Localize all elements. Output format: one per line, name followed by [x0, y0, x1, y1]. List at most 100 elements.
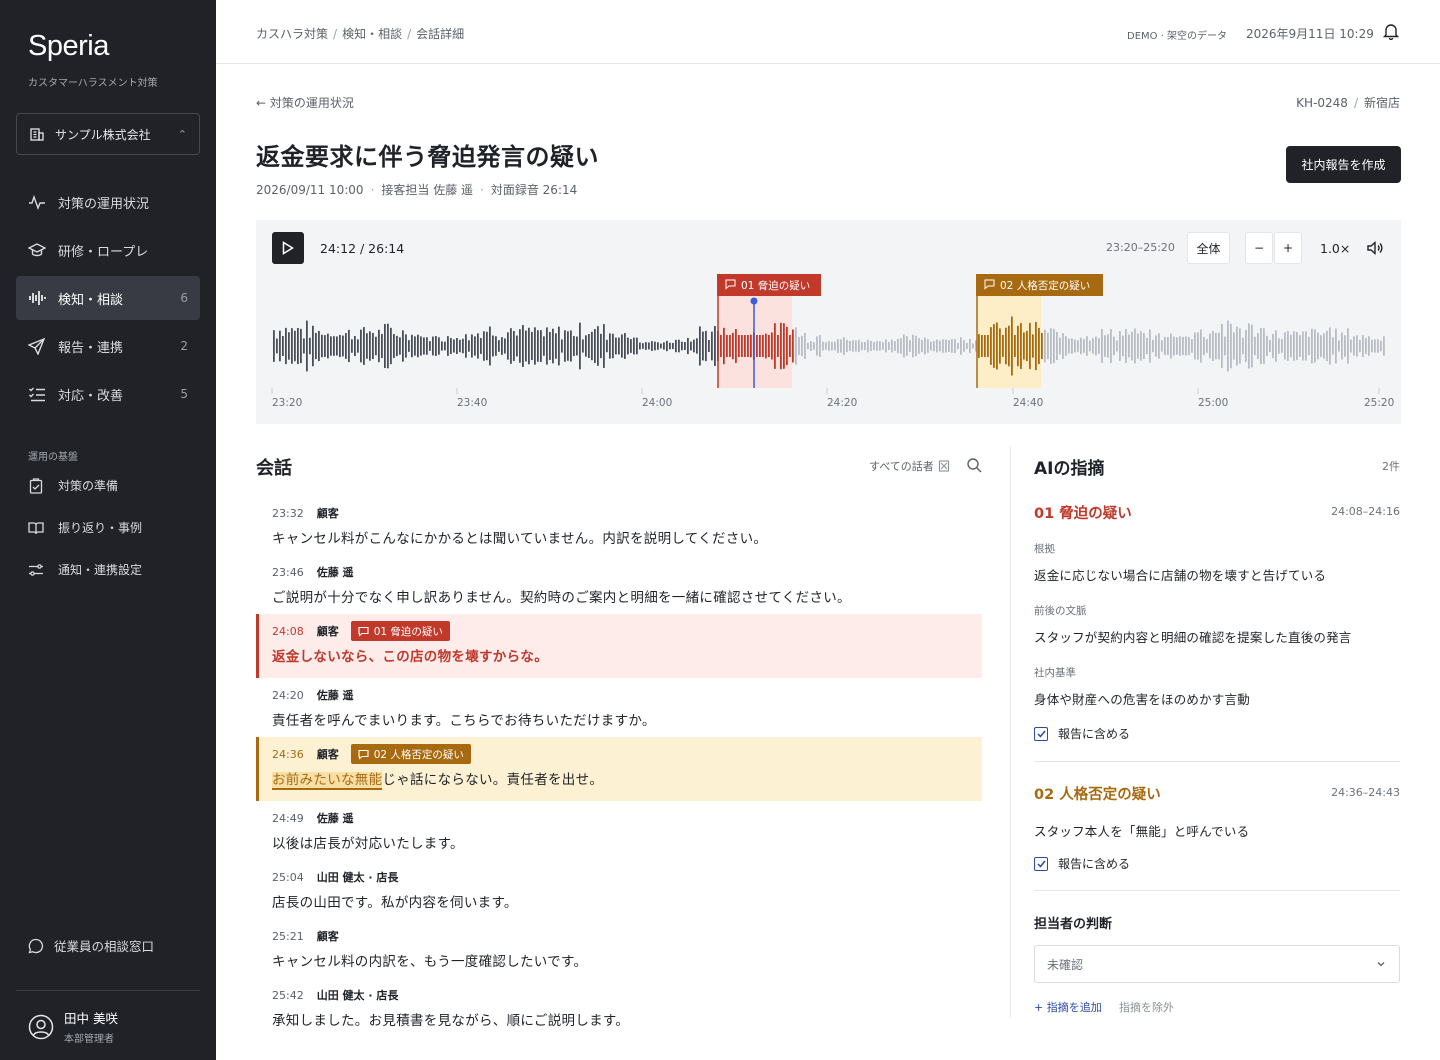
- zoom-out-button[interactable]: −: [1245, 232, 1273, 264]
- zoom-in-button[interactable]: +: [1274, 232, 1302, 264]
- waveform-bar: [456, 338, 458, 354]
- waveform-bar: [1011, 316, 1013, 376]
- message-row[interactable]: 23:46 佐藤 遥 ご説明が十分でなく申し訳ありません。契約時のご案内と明細を一…: [256, 562, 982, 607]
- message-row[interactable]: 25:21 顧客 キャンセル料の内訳を、もう一度確認したいです。: [256, 926, 982, 971]
- speaker-filter[interactable]: すべての話者: [869, 458, 950, 474]
- finding-standard: 身体や財産への危害をほのめかす言動: [1034, 692, 1250, 707]
- nav-item-preparation[interactable]: 対策の準備: [28, 477, 118, 494]
- include-in-report-checkbox[interactable]: 報告に含める: [1034, 855, 1130, 872]
- book-open-icon: [28, 520, 44, 536]
- waveform-bar: [588, 334, 590, 358]
- nav-item-training[interactable]: 研修・ロープレ: [16, 228, 200, 272]
- waveform-bar: [1362, 334, 1364, 358]
- waveform-bar: [1197, 332, 1199, 360]
- playhead-handle[interactable]: [750, 297, 758, 305]
- message-row[interactable]: 25:04 山田 健太 · 店長 店長の山田です。私が内容を伺います。: [256, 867, 982, 912]
- message-row[interactable]: 25:42 山田 健太 · 店長 承知しました。お見積書を見ながら、順にご説明しま…: [256, 985, 982, 1030]
- axis-tick-label: 23:20: [272, 397, 302, 409]
- waveform-bar: [1356, 335, 1358, 357]
- nav-label: 報告・連携: [58, 340, 124, 356]
- waveform-bar: [1323, 333, 1325, 359]
- nav-label: 振り返り・事例: [58, 521, 143, 535]
- org-switcher[interactable]: サンプル株式会社 ⌃: [16, 113, 200, 155]
- breadcrumb-item: 会話詳細: [416, 27, 465, 41]
- waveform-bar: [591, 331, 593, 361]
- waveform-bar: [579, 322, 581, 370]
- panel-divider: [1010, 447, 1011, 1017]
- finding-range[interactable]: 24:36–24:43: [1331, 786, 1400, 799]
- waveform-bar: [1113, 336, 1115, 356]
- finding-tag-label: 02 人格否定の疑い: [373, 748, 464, 761]
- message-text: 以後は店長が対応いたします。: [272, 836, 464, 852]
- meta-datetime: 2026/09/11 10:00: [256, 183, 364, 197]
- waveform-bar: [1023, 332, 1025, 360]
- finding-tag[interactable]: 01 脅迫の疑い: [350, 621, 450, 641]
- playback-speed[interactable]: 1.0×: [1320, 241, 1350, 256]
- nav-item-review[interactable]: 振り返り・事例: [28, 519, 142, 536]
- nav-item-reporting[interactable]: 報告・連携 2: [16, 324, 200, 368]
- breadcrumb-item[interactable]: 検知・相談: [342, 27, 402, 41]
- brand-logo[interactable]: Speria: [28, 30, 109, 63]
- message-row[interactable]: 24:49 佐藤 遥 以後は店長が対応いたします。: [256, 808, 982, 853]
- finding-tag[interactable]: 02 人格否定の疑い: [350, 744, 471, 764]
- exclude-finding-link[interactable]: 指摘を除外: [1119, 999, 1174, 1015]
- nav-label: 研修・ロープレ: [58, 244, 149, 260]
- waveform-bar: [576, 336, 578, 356]
- waveform-bar: [507, 332, 509, 360]
- waveform-bar: [303, 338, 305, 354]
- nav-item-detection[interactable]: 検知・相談 6: [16, 276, 200, 320]
- add-finding-link[interactable]: + 指摘を追加: [1034, 999, 1102, 1015]
- nav-item-improvement[interactable]: 対応・改善 5: [16, 372, 200, 416]
- meta-staff: 接客担当 佐藤 遥: [381, 183, 474, 197]
- waveform-bar: [1032, 334, 1034, 358]
- consult-link[interactable]: 従業員の相談窓口: [28, 936, 154, 955]
- create-report-button[interactable]: 社内報告を作成: [1286, 146, 1401, 183]
- waveform-bar: [1095, 336, 1097, 356]
- back-link[interactable]: ← 対策の運用状況: [256, 94, 354, 111]
- bell-icon[interactable]: [1382, 22, 1400, 40]
- waveform[interactable]: 01 脅迫の疑い 02 人格否定の疑い 23:20 23:40 24:00 24:20 24…: [256, 270, 1401, 424]
- waveform-bar: [1092, 338, 1094, 354]
- waveform-bar: [336, 336, 338, 356]
- waveform-bar: [345, 333, 347, 359]
- waveform-bar: [489, 326, 491, 366]
- message-row[interactable]: 23:32 顧客 キャンセル料がこんなにかかるとは聞いていません。内訳を説明してく…: [256, 503, 982, 548]
- waveform-bar: [483, 331, 485, 361]
- waveform-bar: [1008, 325, 1010, 367]
- nav-item-settings[interactable]: 通知・連携設定: [28, 561, 142, 578]
- play-button[interactable]: [272, 232, 304, 264]
- message-row[interactable]: 24:20 佐藤 遥 責任者を呼んでまいります。こちらでお待ちいただけますか。: [256, 685, 982, 730]
- finding-range[interactable]: 24:08–24:16: [1331, 505, 1400, 518]
- volume-icon[interactable]: [1366, 239, 1384, 257]
- waveform-bar: [1080, 337, 1082, 355]
- waveform-bar: [357, 339, 359, 353]
- include-in-report-checkbox[interactable]: 報告に含める: [1034, 725, 1130, 742]
- user-profile[interactable]: 田中 美咲 本部管理者: [28, 1008, 118, 1045]
- waveform-bar: [873, 341, 875, 351]
- zoom-all-button[interactable]: 全体: [1187, 232, 1230, 264]
- breadcrumb-item[interactable]: カスハラ対策: [256, 27, 328, 41]
- waveform-bar: [1185, 336, 1187, 356]
- finding-title[interactable]: 01 脅迫の疑い: [1034, 502, 1132, 523]
- waveform-bar: [1299, 335, 1301, 357]
- message-row-flagged-threat[interactable]: 24:08 顧客 01 脅迫の疑い 返金しないなら、この店の物を壊すからな。: [256, 614, 982, 678]
- waveform-bar: [906, 336, 908, 356]
- waveform-bar: [486, 331, 488, 361]
- waveform-bar: [462, 338, 464, 354]
- message-row-flagged-insult[interactable]: 24:36 顧客 02 人格否定の疑い お前みたいな無能じゃ話にならない。責任者…: [256, 737, 982, 801]
- waveform-bar: [903, 334, 905, 358]
- highlighted-phrase[interactable]: お前みたいな無能: [272, 772, 383, 790]
- nav-item-operations[interactable]: 対策の運用状況: [16, 180, 200, 224]
- audio-wave-icon: [28, 289, 46, 307]
- finding-basis-label: 根拠: [1034, 543, 1055, 555]
- waveform-bar: [558, 326, 560, 366]
- waveform-bar: [384, 323, 386, 369]
- waveform-bar: [780, 322, 782, 370]
- waveform-bar: [474, 336, 476, 356]
- waveform-bar: [816, 336, 818, 356]
- waveform-bar: [954, 339, 956, 353]
- judgment-select[interactable]: 未確認: [1034, 945, 1400, 983]
- search-icon[interactable]: [966, 457, 982, 473]
- finding-title[interactable]: 02 人格否定の疑い: [1034, 783, 1161, 804]
- message-speaker: 顧客: [316, 930, 339, 943]
